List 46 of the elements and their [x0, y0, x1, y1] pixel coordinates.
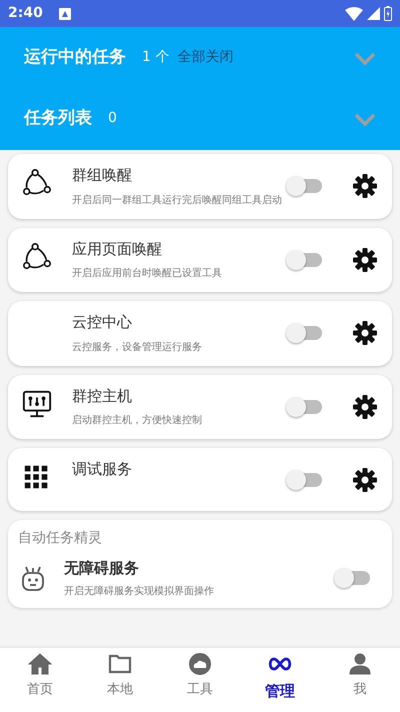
task-count: 1 个: [142, 48, 170, 67]
monitor-icon: [22, 388, 52, 418]
cloud-icon: [188, 652, 212, 676]
service-title: 应用页面唤醒: [72, 238, 163, 260]
settings-icon[interactable]: [352, 246, 378, 273]
nav-tab[interactable]: 本地: [80, 648, 160, 712]
service-description: 启动群控主机，方便快速控制: [72, 414, 203, 428]
robot-icon: [20, 564, 46, 592]
home-icon: [28, 652, 52, 676]
status-time: 2:40: [8, 4, 43, 23]
share-icon: [22, 242, 52, 272]
battery-icon: [384, 6, 392, 21]
person-icon: [348, 652, 372, 676]
nav-tab[interactable]: 我: [320, 648, 400, 712]
toggle-switch[interactable]: [286, 323, 322, 344]
toggle-switch[interactable]: [286, 250, 322, 270]
settings-icon[interactable]: [352, 394, 378, 420]
toggle-switch[interactable]: [286, 470, 322, 490]
section-title: 自动任务精灵: [18, 529, 103, 548]
nav-tab[interactable]: 管理: [240, 648, 320, 712]
notification-icon: [58, 8, 71, 20]
service-title: 无障碍服务: [64, 558, 140, 579]
service-title: 云控中心: [72, 312, 133, 333]
section-title: 任务列表: [24, 106, 92, 130]
service-title: 调试服务: [72, 459, 133, 480]
settings-icon[interactable]: [352, 466, 378, 492]
signal-icon: [367, 7, 380, 20]
service-description: 开启后同一群组工具运行完后唤醒同组工具启动: [72, 194, 283, 208]
folder-icon: [108, 652, 132, 676]
service-description: 开启无障碍服务实现模拟界面操作: [64, 584, 215, 598]
wifi-icon: [345, 6, 363, 20]
settings-icon[interactable]: [352, 320, 378, 346]
service-description: 云控服务，设备管理运行服务: [72, 340, 203, 354]
share-icon: [22, 168, 52, 198]
settings-icon[interactable]: [352, 173, 378, 200]
close-all-button[interactable]: 全部关闭: [177, 47, 234, 68]
service-description: 开启后应用前台时唤醒已设置工具: [72, 266, 223, 281]
nav-tab[interactable]: 首页: [0, 648, 80, 712]
section-title: 运行中的任务: [24, 46, 126, 69]
nav-tab[interactable]: 工具: [160, 648, 240, 712]
service-title: 群控主机: [72, 386, 133, 406]
service-title: 群组唤醒: [72, 165, 133, 186]
task-count: 0: [108, 109, 117, 128]
toggle-switch[interactable]: [286, 396, 322, 417]
toggle-switch[interactable]: [334, 568, 370, 588]
toggle-switch[interactable]: [286, 176, 322, 196]
